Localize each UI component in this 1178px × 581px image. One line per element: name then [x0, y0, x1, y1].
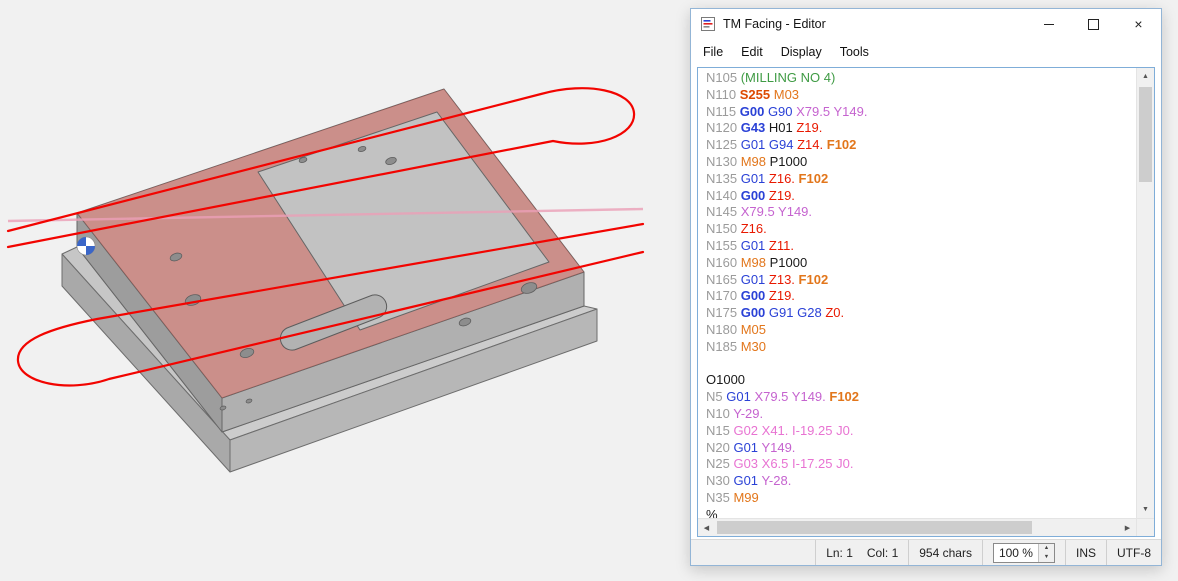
- vertical-scrollbar[interactable]: ▲ ▼: [1136, 68, 1154, 518]
- code-line: N110 S255 M03: [706, 87, 1136, 104]
- menu-edit[interactable]: Edit: [732, 41, 772, 63]
- code-line: N15 G02 X41. I-19.25 J0.: [706, 423, 1136, 440]
- vertical-scroll-track[interactable]: [1137, 85, 1154, 501]
- origin-marker: [77, 237, 95, 255]
- code-line: N20 G01 Y149.: [706, 440, 1136, 457]
- code-line: N25 G03 X6.5 I-17.25 J0.: [706, 456, 1136, 473]
- code-line: N115 G00 G90 X79.5 Y149.: [706, 104, 1136, 121]
- status-encoding: UTF-8: [1106, 540, 1161, 565]
- code-line: N165 G01 Z13. F102: [706, 272, 1136, 289]
- code-line: N140 G00 Z19.: [706, 188, 1136, 205]
- scroll-up-icon[interactable]: ▲: [1137, 68, 1154, 85]
- code-line: O1000: [706, 372, 1136, 389]
- minimize-icon: [1044, 24, 1054, 25]
- viewport-3d[interactable]: [0, 0, 690, 576]
- code-line: N150 Z16.: [706, 221, 1136, 238]
- maximize-button[interactable]: [1071, 9, 1116, 39]
- code-line: N105 (MILLING NO 4): [706, 70, 1136, 87]
- status-line: Ln: 1: [826, 546, 853, 560]
- scroll-left-icon[interactable]: ◀: [698, 524, 715, 532]
- maximize-icon: [1088, 19, 1099, 30]
- zoom-decrease-icon[interactable]: ▼: [1039, 553, 1054, 562]
- zoom-spinbox[interactable]: 100 % ▲ ▼: [993, 543, 1055, 563]
- part-scene: [0, 0, 690, 576]
- status-char-count: 954 chars: [908, 540, 982, 565]
- scroll-down-icon[interactable]: ▼: [1137, 501, 1154, 518]
- status-bar: Ln: 1 Col: 1 954 chars 100 % ▲ ▼ INS: [691, 539, 1161, 565]
- window-controls: ×: [1026, 9, 1161, 39]
- code-line: N5 G01 X79.5 Y149. F102: [706, 389, 1136, 406]
- app-root: TM Facing - Editor × File Edit Display T…: [0, 0, 1178, 576]
- code-line: N155 G01 Z11.: [706, 238, 1136, 255]
- app-icon: [700, 16, 716, 32]
- zoom-increase-icon[interactable]: ▲: [1039, 544, 1054, 553]
- code-line: N175 G00 G91 G28 Z0.: [706, 305, 1136, 322]
- code-lines[interactable]: N105 (MILLING NO 4)N110 S255 M03N115 G00…: [698, 68, 1136, 518]
- menu-tools[interactable]: Tools: [831, 41, 878, 63]
- horizontal-scrollbar[interactable]: ◀ ▶: [698, 518, 1154, 536]
- code-line: N170 G00 Z19.: [706, 288, 1136, 305]
- status-col: Col: 1: [867, 546, 898, 560]
- code-line: N10 Y-29.: [706, 406, 1136, 423]
- close-icon: ×: [1134, 17, 1142, 31]
- code-line: N130 M98 P1000: [706, 154, 1136, 171]
- code-line: N185 M30: [706, 339, 1136, 356]
- menu-bar: File Edit Display Tools: [691, 39, 1161, 65]
- minimize-button[interactable]: [1026, 9, 1071, 39]
- code-line: N30 G01 Y-28.: [706, 473, 1136, 490]
- code-line: [706, 356, 1136, 373]
- status-spacer: [691, 540, 815, 565]
- zoom-value[interactable]: 100 %: [994, 544, 1038, 562]
- code-line: N160 M98 P1000: [706, 255, 1136, 272]
- close-button[interactable]: ×: [1116, 9, 1161, 39]
- code-line: N180 M05: [706, 322, 1136, 339]
- zoom-stepper: ▲ ▼: [1038, 544, 1054, 562]
- horizontal-scroll-thumb[interactable]: [717, 521, 1032, 534]
- vertical-scroll-thumb[interactable]: [1139, 87, 1152, 182]
- scrollbar-corner: [1136, 519, 1154, 536]
- status-line-col: Ln: 1 Col: 1: [815, 540, 908, 565]
- code-line: %: [706, 507, 1136, 518]
- scroll-right-icon[interactable]: ▶: [1119, 524, 1136, 532]
- title-bar[interactable]: TM Facing - Editor ×: [691, 9, 1161, 39]
- code-line: N125 G01 G94 Z14. F102: [706, 137, 1136, 154]
- editor-window: TM Facing - Editor × File Edit Display T…: [690, 8, 1162, 566]
- status-insert-mode: INS: [1065, 540, 1106, 565]
- status-zoom: 100 % ▲ ▼: [982, 540, 1065, 565]
- menu-file[interactable]: File: [694, 41, 732, 63]
- code-line: N145 X79.5 Y149.: [706, 204, 1136, 221]
- code-line: N35 M99: [706, 490, 1136, 507]
- menu-display[interactable]: Display: [772, 41, 831, 63]
- code-line: N135 G01 Z16. F102: [706, 171, 1136, 188]
- horizontal-scroll-track[interactable]: [715, 519, 1119, 536]
- window-title: TM Facing - Editor: [723, 17, 826, 31]
- gcode-editor: N105 (MILLING NO 4)N110 S255 M03N115 G00…: [697, 67, 1155, 537]
- code-line: N120 G43 H01 Z19.: [706, 120, 1136, 137]
